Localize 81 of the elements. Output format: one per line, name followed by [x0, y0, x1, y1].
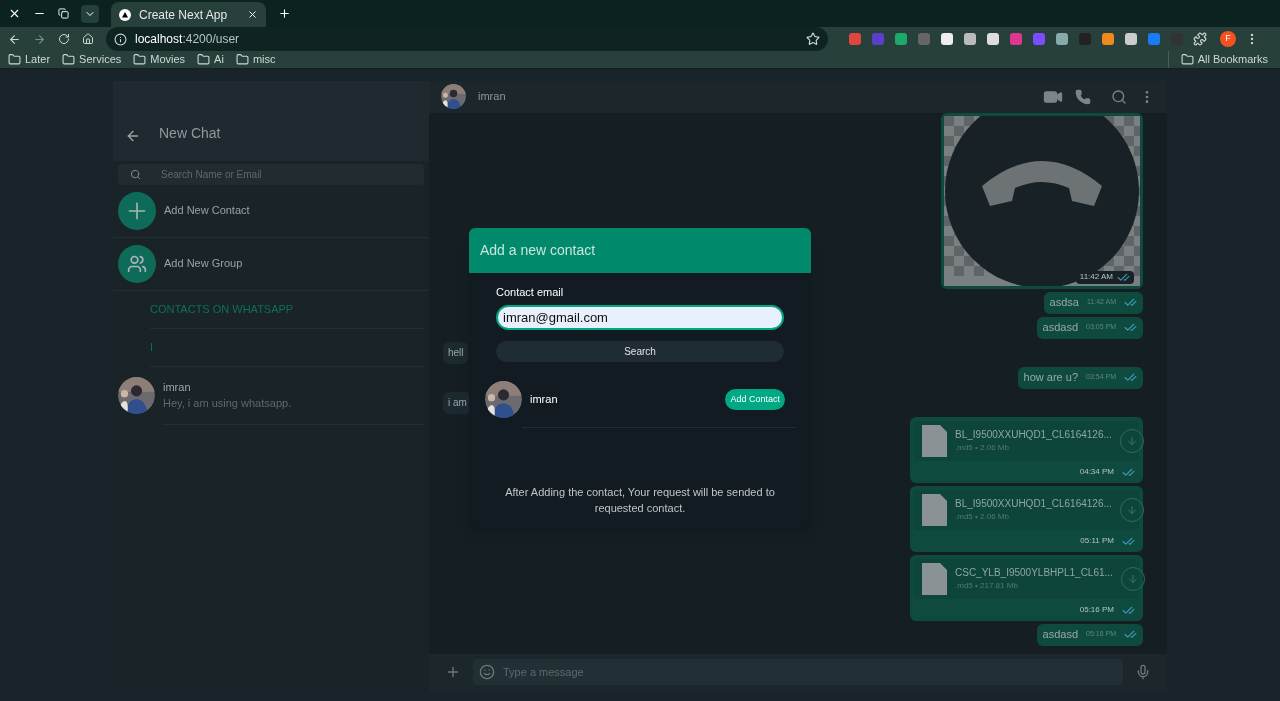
- extension-icon[interactable]: [1101, 32, 1115, 46]
- read-ticks-icon: [1124, 371, 1137, 384]
- folder-icon: [197, 52, 211, 66]
- extension-icon[interactable]: [940, 32, 954, 46]
- browser-tab[interactable]: Create Next App: [111, 2, 266, 27]
- avatar-icon: [118, 377, 155, 414]
- chat-contact-name: imran: [478, 89, 507, 105]
- all-bookmarks-folder[interactable]: All Bookmarks: [1180, 51, 1268, 68]
- message-time: 11:42 AM: [1079, 271, 1113, 283]
- attach-icon[interactable]: [445, 664, 461, 680]
- letter-heading: I: [150, 328, 424, 367]
- site-info-icon[interactable]: [114, 32, 127, 46]
- url-text: localhost:4200/user: [135, 31, 241, 48]
- address-bar[interactable]: localhost:4200/user: [106, 27, 828, 51]
- file-icon: [922, 493, 947, 526]
- group-icon: [118, 244, 156, 283]
- extension-icon[interactable]: [963, 32, 977, 46]
- close-tab-icon[interactable]: [247, 9, 258, 20]
- extension-icon[interactable]: [986, 32, 1000, 46]
- file-name: CSC_YLB_I9500YLBHPL1_CL61...: [955, 566, 1113, 580]
- extensions-icon[interactable]: [1193, 32, 1207, 46]
- message-text: asdsa: [1049, 295, 1079, 311]
- bookmark-folder[interactable]: Movies: [133, 51, 186, 68]
- message-time: 04:34 PM: [1079, 466, 1114, 478]
- tab-title: Create Next App: [139, 6, 229, 24]
- message-text: asdasd: [1042, 627, 1079, 643]
- restore-icon[interactable]: [58, 8, 69, 19]
- message-time: 05:16 PM: [1079, 604, 1114, 616]
- home-icon[interactable]: [82, 33, 94, 45]
- back-icon[interactable]: [8, 32, 21, 46]
- email-label: Contact email: [496, 284, 565, 300]
- file-icon: [922, 562, 947, 595]
- bookmark-folder[interactable]: misc: [235, 51, 276, 68]
- avatar-icon: [441, 84, 466, 109]
- message-text: asdasd: [1042, 320, 1079, 336]
- read-ticks-icon: [1124, 321, 1137, 334]
- bookmark-folder[interactable]: Later: [8, 51, 51, 68]
- read-ticks-icon: [1124, 296, 1137, 309]
- emoji-icon[interactable]: [479, 664, 495, 680]
- message-text: i am: [448, 396, 467, 410]
- search-icon[interactable]: [1111, 88, 1127, 105]
- folder-icon: [1180, 52, 1194, 66]
- section-heading: CONTACTS ON WHATSAPP: [150, 290, 424, 329]
- folder-icon: [62, 52, 76, 66]
- message-text: hell: [448, 346, 464, 360]
- phone-icon[interactable]: [1075, 88, 1091, 105]
- download-icon: [1125, 434, 1138, 447]
- avatar-icon: [485, 381, 522, 418]
- sidebar-action[interactable]: Add New Contact: [113, 184, 429, 238]
- dialog-note: After Adding the contact, Your request will be sended to requested contact.: [504, 484, 776, 516]
- contact-name: imran: [163, 379, 192, 395]
- new-tab-icon[interactable]: [278, 7, 291, 20]
- message-text: how are u?: [1023, 370, 1079, 386]
- reload-icon[interactable]: [58, 33, 70, 45]
- folder-icon: [8, 52, 21, 66]
- result-name: imran: [530, 392, 559, 408]
- bookmark-folder[interactable]: Ai: [197, 51, 224, 68]
- bookmark-folder[interactable]: Services: [62, 51, 122, 68]
- tab-list-button[interactable]: [81, 4, 99, 23]
- sidebar-action[interactable]: Add New Group: [113, 237, 429, 291]
- add-icon: [118, 191, 156, 230]
- extension-icon[interactable]: [1124, 32, 1138, 46]
- read-ticks-icon: [1124, 628, 1137, 641]
- file-name: BL_I9500XXUHQD1_CL6164126...: [955, 428, 1112, 442]
- message-time: 05:11 PM: [1080, 535, 1114, 547]
- download-icon: [1126, 572, 1139, 585]
- folder-icon: [133, 52, 147, 66]
- bookmark-star-icon[interactable]: [806, 32, 820, 46]
- search-icon: [130, 168, 141, 180]
- extension-icon[interactable]: [1055, 32, 1069, 46]
- close-icon[interactable]: [8, 7, 21, 20]
- sidebar-title: New Chat: [159, 123, 221, 143]
- dialog-title: Add a new contact: [480, 240, 596, 260]
- file-icon: [922, 424, 947, 457]
- folder-icon: [235, 52, 249, 66]
- email-field[interactable]: imran@gmail.com: [496, 305, 784, 330]
- triangle-logo-icon: [119, 8, 131, 21]
- download-icon: [1125, 503, 1138, 516]
- microphone-icon[interactable]: [1135, 664, 1151, 680]
- file-name: BL_I9500XXUHQD1_CL6164126...: [955, 497, 1112, 511]
- search-button[interactable]: Search: [496, 341, 784, 362]
